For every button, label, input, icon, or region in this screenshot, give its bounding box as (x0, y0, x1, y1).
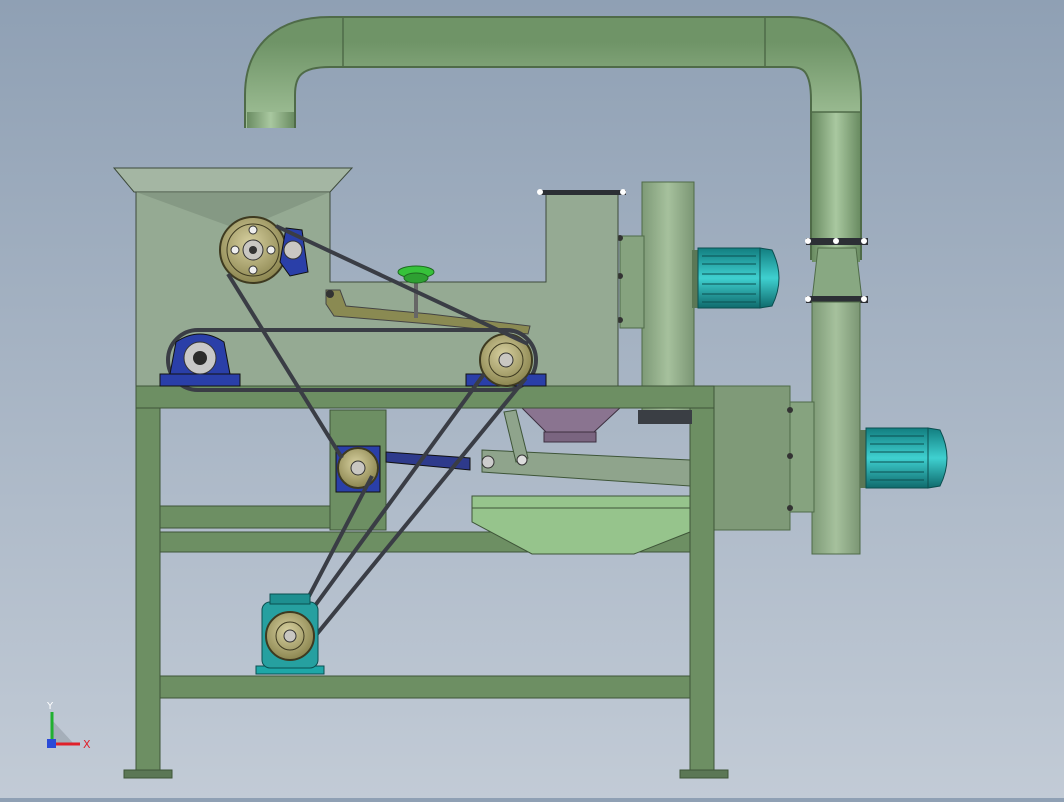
cad-viewport[interactable]: Y X (0, 0, 1064, 798)
electric-motor-icon (255, 593, 325, 675)
right-blower (789, 238, 870, 555)
triad-y-label: Y (46, 701, 54, 712)
pulley-middle[interactable] (335, 445, 381, 493)
hopper-outlet (518, 405, 624, 443)
triad-z-axis (47, 739, 56, 748)
machine-assembly-drawing: Y X (46, 15, 948, 779)
hand-wheel-icon[interactable] (397, 265, 435, 284)
left-motor (697, 247, 780, 309)
machine-frame (123, 385, 729, 779)
side-housing (713, 385, 793, 531)
triad-x-label: X (83, 738, 91, 751)
right-motor (865, 427, 948, 489)
coordinate-triad-icon[interactable]: Y X (46, 701, 91, 751)
